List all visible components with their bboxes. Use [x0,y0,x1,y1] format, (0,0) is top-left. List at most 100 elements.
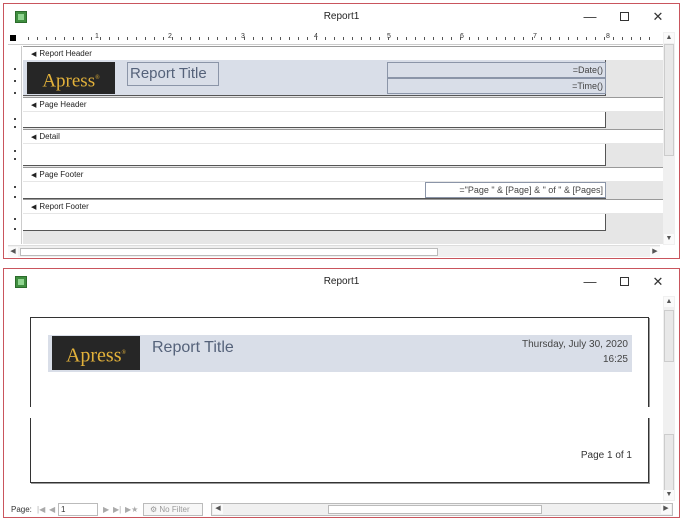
ruler-tick [379,37,380,40]
new-record-icon: ▶★ [125,505,139,514]
close-button[interactable]: ✕ [641,271,675,293]
report-title: Report Title [152,339,234,356]
first-page-icon[interactable]: |◀ [37,502,45,517]
page-footer-bar[interactable]: ◀ Page Footer [23,167,666,181]
ruler-tick [217,37,218,40]
report-footer-area[interactable] [23,214,606,231]
vertical-scrollbar[interactable]: ▲ ▼ [663,296,675,501]
vertical-scrollbar[interactable]: ▲ ▼ [663,32,675,245]
next-page-icon[interactable]: ▶ [103,502,109,517]
page-footer-area[interactable]: ="Page " & [Page] & " of " & [Pages] [23,182,606,199]
select-report-box[interactable] [10,35,16,41]
report-header-bar[interactable]: ◀ Report Header [23,46,666,60]
ruler-tick [163,37,164,40]
report-header-area[interactable]: Apress® Report Title =Date() =Time() [23,60,606,96]
ruler-tick [496,37,497,40]
ruler-tick [55,37,56,40]
page-header-bar[interactable]: ◀ Page Header [23,97,666,111]
detail-bar[interactable]: ◀ Detail [23,129,666,143]
ruler-tick [442,37,443,40]
design-view-window: Report1 — ✕ 1 2 3 4 5 6 7 8 ◀Report Head… [3,3,680,259]
section-arrow-icon: ◀ [31,172,37,179]
scroll-arrow-icon[interactable]: ▼ [664,234,674,244]
ruler-tick [316,37,317,40]
ruler-tick [649,37,650,40]
previous-page-icon[interactable]: ◀ [49,502,55,517]
scroll-arrow-icon[interactable]: ▼ [664,490,674,500]
ruler-tick [199,37,200,40]
page-number-control[interactable]: ="Page " & [Page] & " of " & [Pages] [425,182,606,198]
page-header-area[interactable] [23,112,606,128]
horizontal-scrollbar[interactable]: ◀ ▶ [211,503,673,516]
page-number-input[interactable]: 1 [58,503,98,516]
date-control[interactable]: =Date() [387,62,606,78]
ruler-tick [352,37,353,40]
scroll-arrow-icon[interactable]: ▶ [661,504,671,514]
detail-area[interactable] [23,144,606,166]
scroll-arrow-icon[interactable]: ◀ [213,504,223,514]
ruler-tick [415,37,416,40]
scroll-thumb[interactable] [664,310,674,362]
minimize-button[interactable]: — [573,6,607,28]
scroll-thumb[interactable] [328,505,542,514]
report-header-section: Apress® Report Title Thursday, July 30, … [48,335,632,372]
title-bar: Report1 — ✕ [4,269,679,296]
minimize-icon: — [583,274,597,289]
scroll-arrow-icon[interactable]: ▶ [650,247,660,257]
ruler-tick [172,37,173,40]
ruler-tick [370,37,371,40]
ruler-tick [46,37,47,40]
design-canvas[interactable]: ◀ Report Header Apress® Report Title =Dat… [23,46,666,244]
ruler-tick [361,37,362,40]
report-footer-bar[interactable]: ◀ Report Footer [23,199,666,213]
ruler-tick [64,37,65,40]
maximize-button[interactable] [607,271,641,293]
ruler-tick [604,37,605,40]
page-gap [4,407,679,418]
maximize-icon [619,12,629,21]
filter-button[interactable]: ⚙ No Filter [143,503,203,516]
minimize-icon: — [583,9,597,24]
section-arrow-icon: ◀ [31,204,37,211]
preview-window: Report1 — ✕ Apress® Report Title Thursda… [3,268,680,518]
scroll-thumb[interactable] [664,434,674,492]
ruler-tick [127,37,128,40]
scroll-arrow-icon[interactable]: ▲ [664,297,674,307]
maximize-button[interactable] [607,6,641,28]
ruler-tick [136,37,137,40]
horizontal-scrollbar[interactable]: ◀ ▶ [8,245,660,257]
section-arrow-icon: ◀ [31,51,37,58]
logo-image[interactable]: Apress® [27,62,115,94]
ruler-tick [271,37,272,40]
ruler-tick [631,37,632,40]
ruler-tick [82,37,83,40]
scroll-arrow-icon[interactable]: ◀ [8,247,18,257]
ruler-tick [109,37,110,40]
ruler-tick [523,37,524,40]
ruler-number: 1 [95,33,99,40]
scroll-arrow-icon[interactable]: ▲ [664,33,674,43]
last-page-icon[interactable]: ▶| [113,502,121,517]
title-bar: Report1 — ✕ [4,4,679,31]
ruler-tick [307,37,308,40]
ruler-tick [190,37,191,40]
ruler-tick [262,37,263,40]
close-icon: ✕ [652,9,664,24]
ruler-tick [406,37,407,40]
section-arrow-icon: ◀ [31,134,37,141]
ruler-tick [478,37,479,40]
ruler-tick [586,37,587,40]
ruler-tick [91,37,92,40]
scroll-thumb[interactable] [664,44,674,156]
ruler-tick [334,37,335,40]
ruler-tick [469,37,470,40]
close-button[interactable]: ✕ [641,6,675,28]
time-control[interactable]: =Time() [387,78,606,94]
scroll-thumb[interactable] [20,248,438,256]
close-icon: ✕ [652,274,664,289]
section-arrow-icon: ◀ [31,102,37,109]
report-title-control[interactable]: Report Title [127,62,219,86]
ruler-tick [28,37,29,40]
minimize-button[interactable]: — [573,271,607,293]
ruler-tick [118,37,119,40]
